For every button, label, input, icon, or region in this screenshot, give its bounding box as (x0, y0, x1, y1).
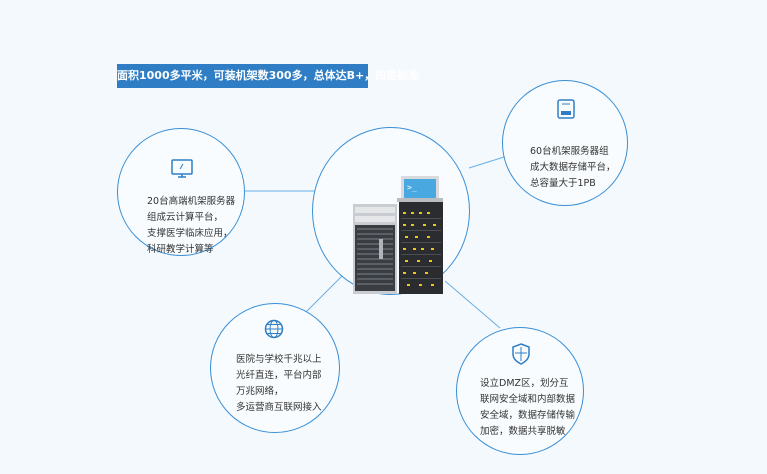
monitor-icon (171, 159, 193, 178)
network-feature-text: 医院与学校千兆以上 光纤直连，平台内部 万兆网络， 多运营商互联网接入 (236, 354, 322, 413)
server-rack-illustration: >_ (353, 176, 443, 294)
storage-drive-icon (557, 99, 575, 119)
cloud-feature-text: 20台高端机架服务器 组成云计算平台， 支撑医学临床应用， 科研教学计算等 (147, 196, 236, 255)
svg-text:>_: >_ (407, 183, 417, 192)
globe-icon (264, 319, 284, 339)
security-feature-text: 设立DMZ区，划分互 联网安全域和内部数据 安全域，数据存储传输 加密，数据共享… (480, 378, 576, 437)
shield-icon (512, 343, 530, 365)
storage-feature-text: 60台机架服务器组 成大数据存储平台， 总容量大于1PB (530, 146, 616, 189)
